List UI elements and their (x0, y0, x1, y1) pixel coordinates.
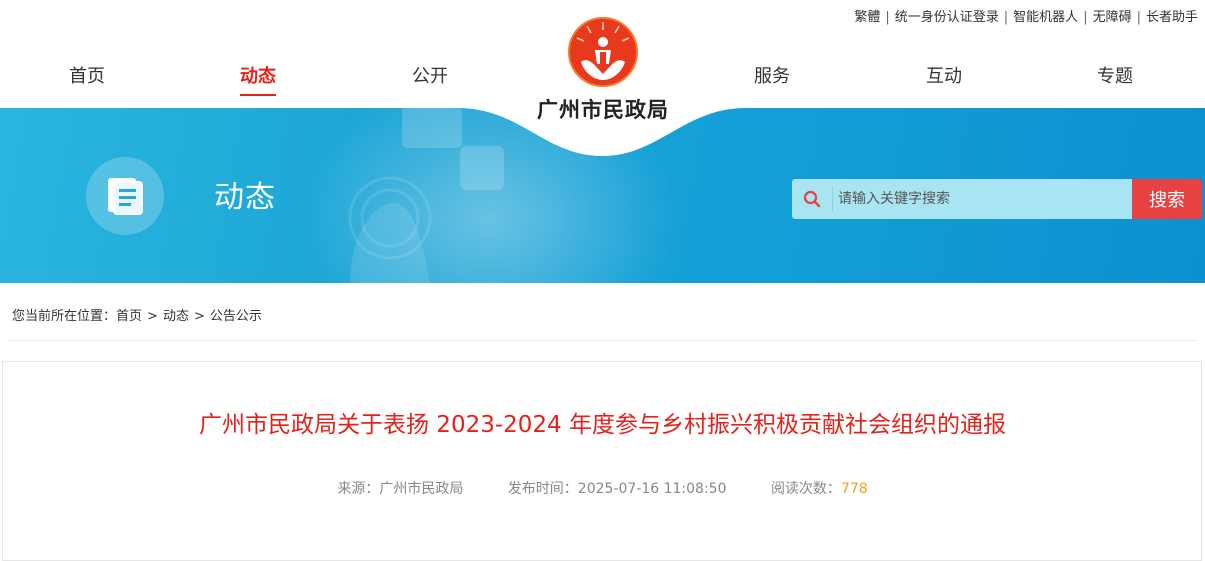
top-utility-bar: 繁體 | 统一身份认证登录 | 智能机器人 | 无障碍 | 长者助手 (851, 6, 1201, 25)
breadcrumb-prefix: 您当前所在位置： (12, 309, 117, 324)
nav-topics[interactable]: 专题 (1070, 62, 1160, 88)
nav-interaction[interactable]: 互动 (899, 62, 989, 88)
breadcrumb: 您当前所在位置：首页 > 动态 > 公告公示 (12, 305, 262, 324)
page-banner: 动态 搜索 (0, 108, 1205, 283)
separator: | (1003, 10, 1009, 25)
banner-decoration (348, 108, 504, 283)
guangzhou-civil-affairs-emblem-icon (568, 17, 638, 87)
search-button[interactable]: 搜索 (1132, 179, 1202, 219)
smart-robot-link[interactable]: 智能机器人 (1013, 10, 1078, 25)
search-icon[interactable] (792, 179, 832, 219)
nav-public[interactable]: 公开 (385, 62, 475, 88)
search-bar: 搜索 (792, 179, 1202, 219)
breadcrumb-item-news[interactable]: 动态 (163, 309, 189, 324)
nav-news[interactable]: 动态 (213, 62, 303, 96)
separator: | (885, 10, 890, 25)
article-title: 广州市民政局关于表扬 2023-2024 年度参与乡村振兴积极贡献社会组织的通报 (199, 412, 1006, 438)
source-value: 广州市民政局 (379, 481, 464, 497)
banner-title: 动态 (214, 180, 276, 215)
breadcrumb-separator: > (147, 309, 158, 324)
article-meta: 来源：广州市民政局 发布时间：2025-07-16 11:08:50 阅读次数：… (0, 478, 1205, 498)
traditional-chinese-link[interactable]: 繁體 (854, 10, 880, 25)
document-icon (86, 157, 164, 235)
search-box (792, 179, 1132, 219)
article-publish-time: 发布时间：2025-07-16 11:08:50 (508, 481, 727, 497)
unified-login-link[interactable]: 统一身份认证登录 (895, 10, 999, 25)
breadcrumb-item-home[interactable]: 首页 (116, 309, 142, 324)
nav-home[interactable]: 首页 (42, 62, 132, 88)
breadcrumb-separator: > (193, 309, 205, 324)
search-input[interactable] (838, 185, 1128, 213)
views-label: 阅读次数： (770, 481, 841, 497)
article-view-count: 阅读次数：778 (771, 481, 868, 497)
article-card (2, 361, 1202, 561)
article-source: 来源：广州市民政局 (337, 481, 463, 497)
source-label: 来源： (337, 481, 380, 497)
breadcrumb-item-notices[interactable]: 公告公示 (210, 309, 262, 324)
elder-assistant-link[interactable]: 长者助手 (1146, 10, 1198, 25)
logo-text: 广州市民政局 (537, 98, 669, 122)
site-logo[interactable]: 广州市民政局 (528, 16, 678, 128)
separator: | (1083, 10, 1088, 25)
nav-services[interactable]: 服务 (727, 62, 817, 88)
time-label: 发布时间： (507, 481, 578, 497)
accessibility-link[interactable]: 无障碍 (1093, 10, 1132, 25)
views-value: 778 (840, 481, 868, 497)
time-value: 2025-07-16 11:08:50 (577, 481, 727, 497)
divider (8, 340, 1198, 341)
separator: | (1136, 10, 1141, 25)
search-divider (832, 187, 833, 211)
